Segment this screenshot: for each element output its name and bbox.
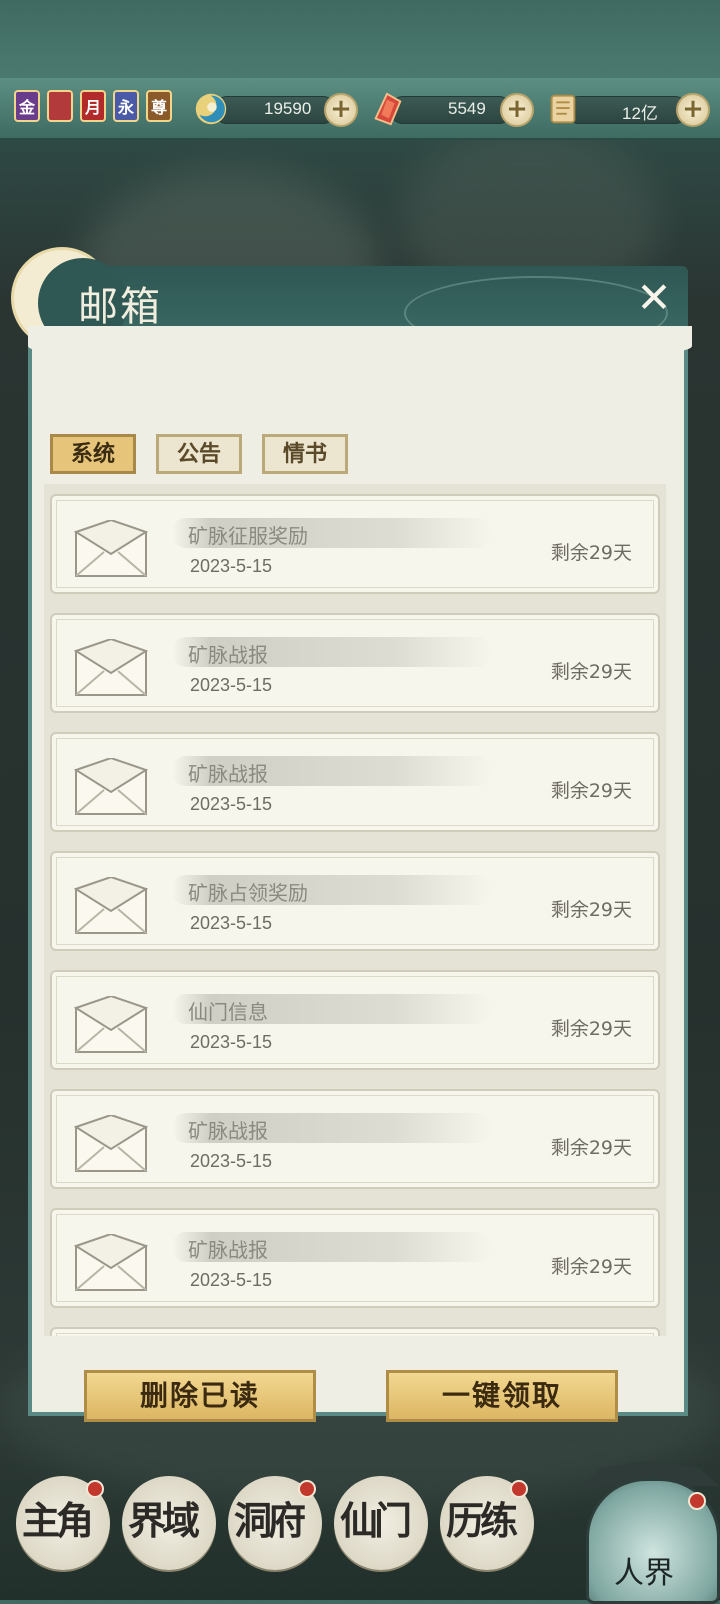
resource-value: 19590 [264,99,312,118]
envelope-icon [73,994,149,1054]
scroll-icon [550,94,576,124]
mail-remaining: 剩余29天 [550,542,632,564]
mail-remaining: 剩余29天 [550,661,632,683]
envelope-icon [73,875,149,935]
mail-item[interactable]: 仙门信息 2023-5-15 剩余29天 [50,970,660,1070]
mail-item[interactable]: 矿脉战报 2023-5-15 剩余29天 [50,1208,660,1308]
mail-subject: 矿脉征服奖励 [188,524,308,548]
nav-label: 界域 [128,1498,200,1543]
red-crystal-icon [374,92,402,126]
notification-dot [86,1480,104,1498]
resource-red-crystal: 5549 + [368,92,534,127]
vip-badge-icon[interactable]: 永 [113,90,139,122]
envelope-icon [73,1113,149,1173]
mail-date: 2023-5-15 [190,913,273,933]
nav-label: 仙门 [340,1498,412,1543]
envelope-icon [73,637,149,697]
mailbox-panel: 邮箱 ✕ 系统 公告 情书 矿脉征服奖励 2023-5-15 剩余29天 矿脉战报 20… [14,250,692,1422]
mail-date: 2023-5-15 [190,675,273,695]
mailbox-body: 系统 公告 情书 矿脉征服奖励 2023-5-15 剩余29天 矿脉战报 2023-5-… [28,326,692,1422]
mail-subject: 矿脉战报 [188,762,268,786]
nav-item[interactable]: 主角 [16,1476,110,1570]
bottom-nav: 主角 界域 洞府 仙门 历练 人界 [0,1440,720,1604]
mailbox-title: 邮箱 [78,284,162,330]
mail-item-partial[interactable] [50,1327,660,1336]
resource-spirit-jade: 19590 + [192,93,358,127]
resource-value: 12亿 [622,104,658,123]
tab-system[interactable]: 系统 [50,434,136,474]
realm-label: 人界 [614,1556,674,1591]
vip-badge-icon[interactable]: 金 [14,90,40,122]
mail-remaining: 剩余29天 [550,780,632,802]
mail-remaining: 剩余29天 [550,899,632,921]
close-icon[interactable]: ✕ [634,277,674,319]
spirit-jade-icon [195,93,227,125]
mail-remaining: 剩余29天 [550,1018,632,1040]
envelope-icon [73,518,149,578]
mail-item[interactable]: 矿脉征服奖励 2023-5-15 剩余29天 [50,494,660,594]
nav-label: 洞府 [234,1498,306,1543]
notification-dot [510,1480,528,1498]
notification-dot [688,1492,706,1510]
mail-subject: 仙门信息 [188,1000,268,1024]
nav-item[interactable]: 仙门 [334,1476,428,1570]
mail-item[interactable]: 矿脉战报 2023-5-15 剩余29天 [50,1089,660,1189]
realm-button[interactable]: 人界 [580,1440,720,1604]
mail-date: 2023-5-15 [190,794,273,814]
nav-label: 历练 [446,1498,518,1543]
mail-date: 2023-5-15 [190,556,273,576]
mail-date: 2023-5-15 [190,1151,273,1171]
delete-read-button[interactable]: 删除已读 [84,1370,316,1422]
nav-item[interactable]: 洞府 [228,1476,322,1570]
mail-item[interactable]: 矿脉占领奖励 2023-5-15 剩余29天 [50,851,660,951]
mail-remaining: 剩余29天 [550,1137,632,1159]
mail-remaining: 剩余29天 [550,1256,632,1278]
add-spirit-jade-button[interactable]: + [324,93,358,127]
nav-item[interactable]: 历练 [440,1476,534,1570]
mail-item[interactable]: 矿脉战报 2023-5-15 剩余29天 [50,613,660,713]
mail-date: 2023-5-15 [190,1032,273,1052]
mail-subject: 矿脉战报 [188,643,268,667]
mail-item[interactable]: 矿脉战报 2023-5-15 剩余29天 [50,732,660,832]
notification-dot [298,1480,316,1498]
add-red-crystal-button[interactable]: + [500,93,534,127]
nav-item[interactable]: 界域 [122,1476,216,1570]
nav-label: 主角 [22,1498,94,1543]
mail-subject: 矿脉占领奖励 [188,881,308,905]
vip-badge-icon[interactable] [47,90,73,122]
tab-announcement[interactable]: 公告 [156,434,242,474]
resource-value: 5549 [448,99,486,118]
mail-subject: 矿脉战报 [188,1238,268,1262]
add-scroll-button[interactable]: + [676,93,710,127]
envelope-icon [73,756,149,816]
mail-date: 2023-5-15 [190,1270,273,1290]
envelope-icon [73,1232,149,1292]
tab-love-letter[interactable]: 情书 [262,434,348,474]
claim-all-button[interactable]: 一键领取 [386,1370,618,1422]
resource-bar: 金 月永尊 19590 + 5549 + 12亿 + [0,78,720,140]
resource-scroll: 12亿 + [544,93,710,127]
vip-badge-icon[interactable]: 尊 [146,90,172,122]
mail-list[interactable]: 矿脉征服奖励 2023-5-15 剩余29天 矿脉战报 2023-5-15 剩余29天 矿脉… [44,484,666,1336]
vip-badge-icon[interactable]: 月 [80,90,106,122]
mail-subject: 矿脉战报 [188,1119,268,1143]
